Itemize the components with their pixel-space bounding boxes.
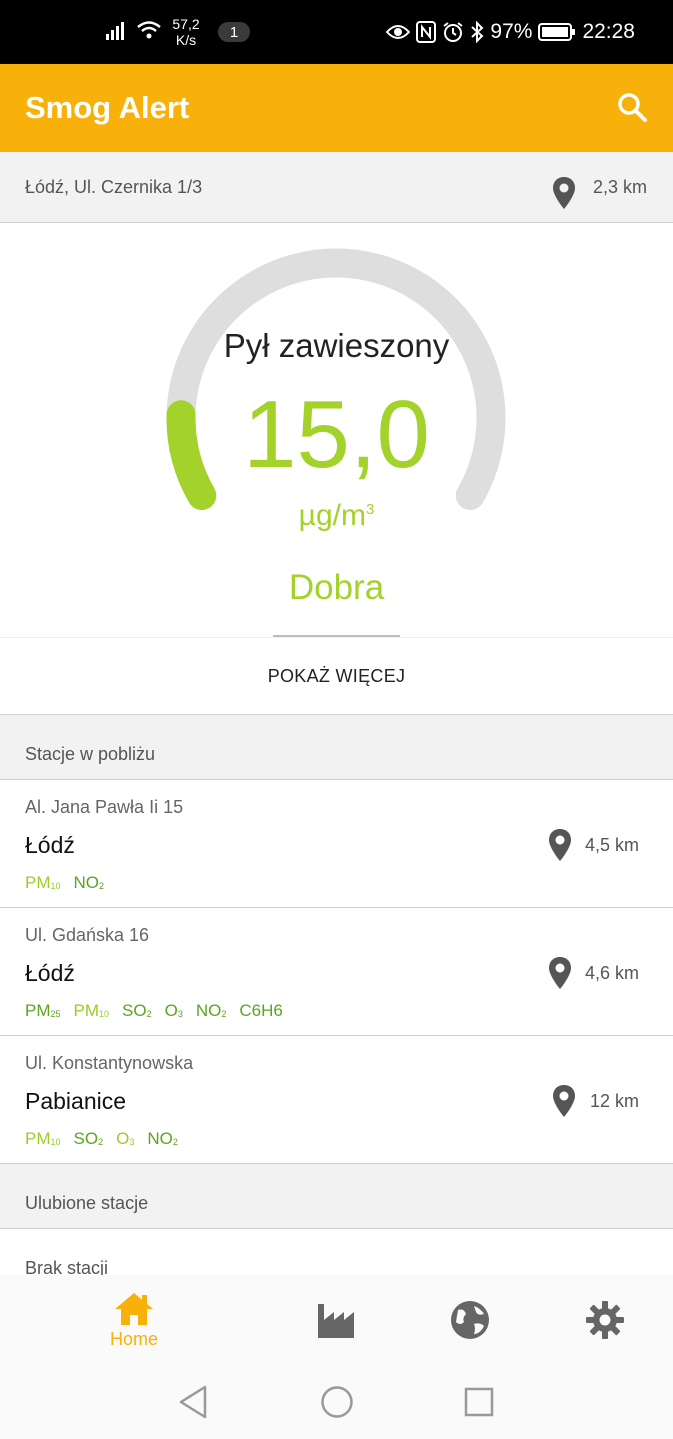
search-icon xyxy=(618,93,647,122)
pollutant-tag: SO2 xyxy=(122,1001,152,1020)
station-street: Ul. Gdańska 16 xyxy=(25,925,150,945)
nav-settings[interactable] xyxy=(575,1275,635,1365)
gear-icon xyxy=(586,1301,624,1339)
station-distance: 4,5 km xyxy=(584,835,639,855)
back-icon xyxy=(179,1385,207,1419)
notification-badge: 1 xyxy=(218,22,250,42)
pollutant-tag: NO2 xyxy=(73,873,105,892)
eye-icon xyxy=(386,23,411,41)
alarm-icon xyxy=(442,21,464,43)
location-pin-icon xyxy=(548,956,572,995)
bottom-navigation: Home xyxy=(0,1275,673,1365)
station-street: Ul. Konstantynowska xyxy=(25,1053,194,1073)
station-city: Pabianice xyxy=(25,1088,127,1114)
station-row[interactable]: Al. Jana Pawła Ii 15 Łódź 4,5 km PM10 NO2 xyxy=(0,780,673,908)
app-bar: Smog Alert xyxy=(0,64,673,152)
pollutant-tags: PM10 SO2 O3 NO2 xyxy=(25,1129,178,1149)
battery-icon xyxy=(538,22,576,42)
factory-icon xyxy=(318,1304,354,1338)
pollutant-tags: PM25 PM10 SO2 O3 NO2 C6H6 xyxy=(25,1001,283,1021)
speed-unit: K/s xyxy=(175,32,197,48)
unit-base: µg/m xyxy=(298,499,366,532)
recents-icon xyxy=(464,1387,494,1417)
station-row[interactable]: Ul. Gdańska 16 Łódź 4,6 km PM25 PM10 SO2 O3… xyxy=(0,908,673,1036)
favorite-stations-header: Ulubione stacje xyxy=(0,1164,673,1229)
location-pin-icon xyxy=(548,828,572,867)
wifi-icon xyxy=(136,20,162,45)
pollutant-tag: PM10 xyxy=(25,1129,61,1148)
location-pin-icon xyxy=(552,1084,576,1123)
pollutant-label: Pył zawieszony xyxy=(223,327,450,364)
speed-value: 57,2 xyxy=(172,16,200,32)
nfc-icon xyxy=(416,21,437,43)
pollutant-tag: NO2 xyxy=(195,1001,227,1020)
home-circle-icon xyxy=(321,1386,353,1418)
pollutant-tag: O3 xyxy=(116,1129,135,1148)
search-button[interactable] xyxy=(613,88,653,128)
nav-map[interactable] xyxy=(440,1275,500,1365)
station-street: Al. Jana Pawła Ii 15 xyxy=(25,797,184,817)
pollutant-tag: PM25 xyxy=(25,1001,61,1020)
location-distance: 2,3 km xyxy=(592,177,647,197)
station-city: Łódź xyxy=(25,960,75,986)
pollutant-value: 15,0 xyxy=(243,381,430,488)
pollutant-tag: O3 xyxy=(164,1001,183,1020)
show-more-button[interactable]: POKAŻ WIĘCEJ xyxy=(0,638,673,715)
pollutant-tag: C6H6 xyxy=(239,1001,283,1020)
pollutant-tags: PM10 NO2 xyxy=(25,873,104,893)
network-speed: 57,2 K/s xyxy=(170,16,202,48)
quality-label: Dobra xyxy=(288,568,385,607)
app-title: Smog Alert xyxy=(25,90,190,125)
favorites-empty: Brak stacji xyxy=(0,1230,673,1278)
station-distance: 4,6 km xyxy=(584,963,639,983)
system-back-button[interactable] xyxy=(178,1385,208,1424)
pollutant-tag: SO2 xyxy=(73,1129,104,1148)
home-icon xyxy=(115,1292,153,1325)
nav-home-label: Home xyxy=(109,1328,158,1349)
pollutant-unit: µg/m3 xyxy=(0,499,673,533)
nav-stations[interactable] xyxy=(306,1275,366,1365)
unit-exponent: 3 xyxy=(365,501,375,518)
station-city: Łódź xyxy=(25,832,75,858)
clock: 22:28 xyxy=(582,20,635,43)
system-recents-button[interactable] xyxy=(464,1387,494,1422)
nav-home[interactable]: Home xyxy=(98,1275,170,1365)
status-bar: 57,2 K/s 1 97% 22:28 xyxy=(0,0,673,64)
pollutant-tag: PM10 xyxy=(25,873,61,892)
bluetooth-icon xyxy=(470,21,484,43)
location-pin-icon xyxy=(552,176,576,215)
location-address: Łódź, Ul. Czernika 1/3 xyxy=(25,177,203,197)
globe-icon xyxy=(451,1301,489,1339)
pollutant-tag: PM10 xyxy=(73,1001,110,1020)
system-navigation xyxy=(0,1365,673,1439)
station-distance: 12 km xyxy=(589,1091,639,1111)
nearby-stations-header: Stacje w pobliżu xyxy=(0,715,673,780)
station-row[interactable]: Ul. Konstantynowska Pabianice 12 km PM10… xyxy=(0,1036,673,1164)
air-quality-gauge: Pył zawieszony 15,0 µg/m3 Dobra xyxy=(0,223,673,636)
pollutant-tag: NO2 xyxy=(147,1129,178,1148)
system-home-button[interactable] xyxy=(320,1385,354,1424)
battery-percent: 97% xyxy=(490,20,533,43)
signal-icon xyxy=(106,20,128,45)
show-more-row: POKAŻ WIĘCEJ xyxy=(0,637,673,715)
